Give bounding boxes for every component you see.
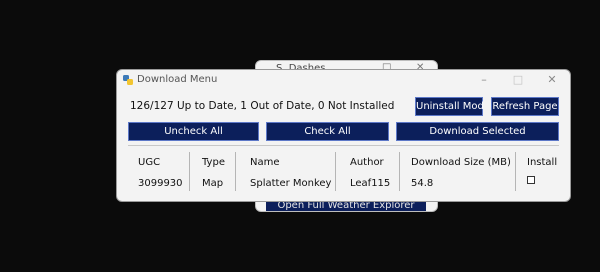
separator: [128, 145, 559, 146]
column-divider: [399, 152, 400, 191]
cell-type: Map: [202, 178, 224, 189]
close-icon[interactable]: ✕: [545, 73, 559, 87]
python-icon: [123, 75, 133, 85]
cell-ugc: 3099930: [138, 178, 183, 189]
header-install: Install: [527, 157, 558, 168]
refresh-page-button[interactable]: Refresh Page: [491, 97, 559, 116]
column-divider: [335, 152, 336, 191]
header-ugc: UGC: [138, 157, 161, 168]
uncheck-all-button[interactable]: Uncheck All: [128, 122, 259, 141]
header-name: Name: [250, 157, 280, 168]
window-title: Download Menu: [137, 74, 218, 85]
minimize-icon[interactable]: –: [477, 73, 491, 87]
cell-name: Splatter Monkey: [250, 178, 332, 189]
status-text: 126/127 Up to Date, 1 Out of Date, 0 Not…: [130, 100, 395, 112]
maximize-icon[interactable]: □: [511, 73, 525, 87]
uninstall-mod-button[interactable]: Uninstall Mod: [415, 97, 484, 116]
header-author: Author: [350, 157, 384, 168]
cell-author: Leaf115: [350, 178, 391, 189]
cell-download-size: 54.8: [411, 178, 434, 189]
column-divider: [235, 152, 236, 191]
header-type: Type: [202, 157, 225, 168]
install-checkbox[interactable]: [527, 176, 535, 184]
check-all-button[interactable]: Check All: [266, 122, 389, 141]
header-download-size: Download Size (MB): [411, 157, 511, 168]
title-bar[interactable]: Download Menu – □ ✕: [117, 70, 570, 92]
download-selected-button[interactable]: Download Selected: [396, 122, 559, 141]
column-divider: [515, 152, 516, 191]
download-menu-window: Download Menu – □ ✕ 126/127 Up to Date, …: [116, 69, 571, 202]
column-divider: [189, 152, 190, 191]
